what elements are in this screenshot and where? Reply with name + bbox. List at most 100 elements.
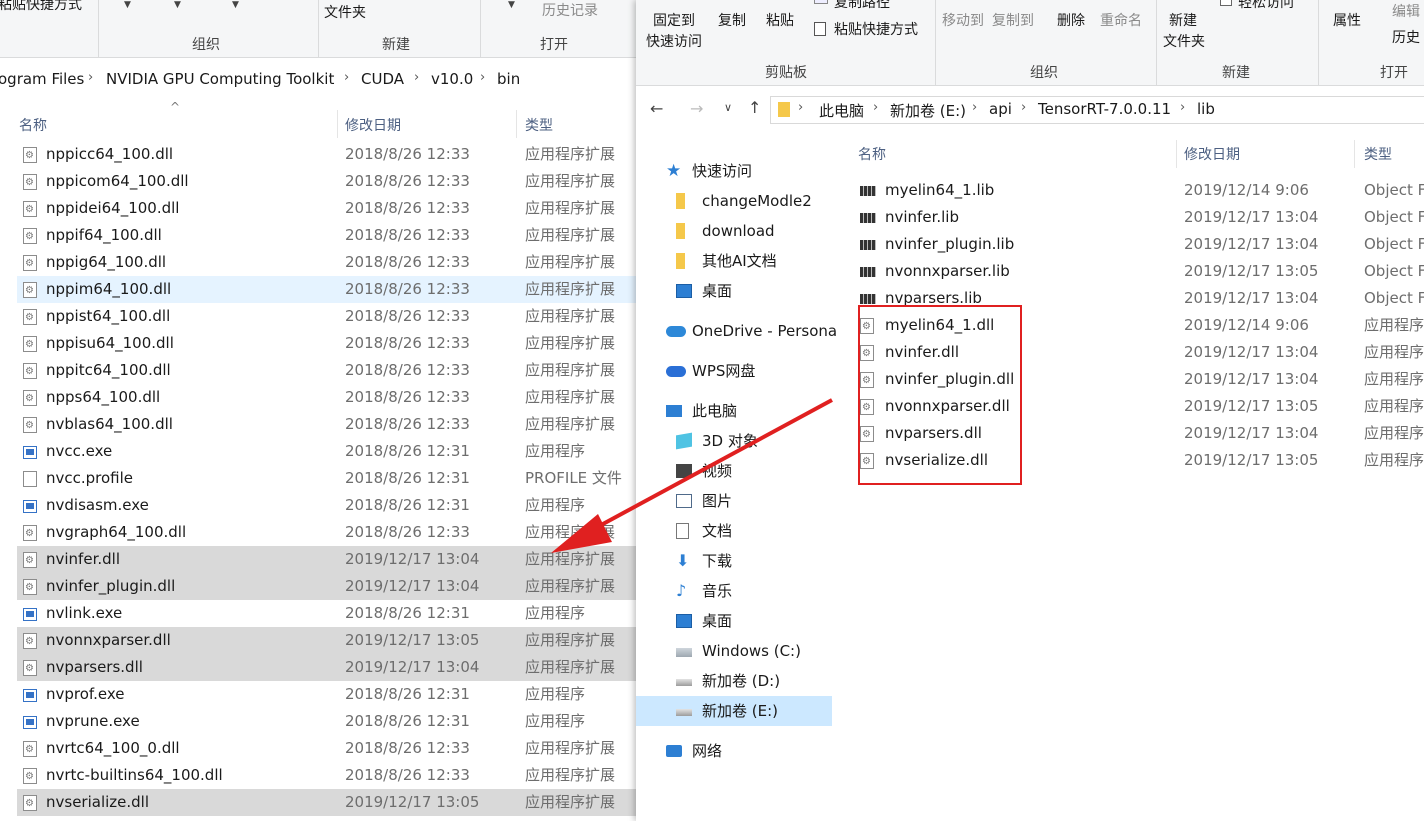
breadcrumb-item[interactable]: 此电脑 bbox=[819, 100, 864, 121]
nav-item[interactable]: 视频 bbox=[636, 456, 832, 486]
paste-shortcut-button[interactable]: 粘贴快捷方式 bbox=[0, 0, 82, 14]
chevron-right-icon[interactable]: › bbox=[798, 100, 803, 115]
breadcrumb-item[interactable]: NVIDIA GPU Computing Toolkit bbox=[106, 70, 334, 88]
table-row[interactable]: nppicc64_100.dll 2018/8/26 12:33 应用程序扩展 bbox=[17, 141, 636, 169]
history-button[interactable]: 历史 bbox=[1392, 29, 1420, 47]
breadcrumb-item[interactable]: api bbox=[989, 100, 1012, 118]
paste-shortcut-button[interactable]: 粘贴快捷方式 bbox=[834, 21, 918, 39]
table-row[interactable]: nppicom64_100.dll 2018/8/26 12:33 应用程序扩展 bbox=[17, 168, 636, 196]
rename-button[interactable]: 重命名 bbox=[1100, 12, 1142, 30]
table-row[interactable]: nvinfer_plugin.lib 2019/12/17 13:04 Object… bbox=[846, 231, 1424, 258]
chevron-right-icon[interactable]: › bbox=[344, 70, 349, 85]
table-row[interactable]: nvlink.exe 2018/8/26 12:31 应用程序 bbox=[17, 600, 636, 627]
table-row[interactable]: nppim64_100.dll 2018/8/26 12:33 应用程序扩展 bbox=[17, 276, 636, 304]
column-header-date[interactable]: 修改日期 bbox=[345, 115, 401, 135]
chevron-right-icon[interactable]: › bbox=[88, 70, 93, 85]
nav-item[interactable]: 文档 bbox=[636, 516, 832, 546]
breadcrumb-item[interactable]: CUDA bbox=[361, 70, 404, 88]
table-row[interactable]: nvcc.exe 2018/8/26 12:31 应用程序 bbox=[17, 438, 636, 465]
column-header-type[interactable]: 类型 bbox=[525, 115, 553, 135]
table-row[interactable]: nvinfer.lib 2019/12/17 13:04 Object F bbox=[846, 204, 1424, 231]
pin-quick-access-button[interactable]: 固定到 bbox=[653, 12, 695, 30]
column-divider[interactable] bbox=[337, 110, 338, 138]
nav-item[interactable]: 网络 bbox=[636, 736, 832, 766]
new-folder-button[interactable]: 文件夹 bbox=[324, 4, 366, 22]
table-row[interactable]: nvparsers.dll 2019/12/17 13:04 应用程序扩展 bbox=[17, 654, 636, 682]
properties-button[interactable]: 属性 bbox=[1333, 12, 1361, 30]
chevron-right-icon[interactable]: › bbox=[873, 100, 878, 115]
up-arrow-icon[interactable]: ↑ bbox=[748, 98, 761, 117]
chevron-down-icon[interactable]: ▼ bbox=[124, 0, 131, 10]
table-row[interactable]: nppig64_100.dll 2018/8/26 12:33 应用程序扩展 bbox=[17, 249, 636, 277]
chevron-down-icon[interactable]: ▼ bbox=[232, 0, 239, 10]
nav-item[interactable]: ⬇ 下载 bbox=[636, 546, 832, 576]
table-row[interactable]: nvblas64_100.dll 2018/8/26 12:33 应用程序扩展 bbox=[17, 411, 636, 439]
column-header-name[interactable]: 名称 bbox=[19, 115, 47, 135]
nav-item[interactable]: changeModle2 bbox=[636, 186, 832, 216]
column-divider[interactable] bbox=[1176, 140, 1177, 168]
table-row[interactable]: nvprof.exe 2018/8/26 12:31 应用程序 bbox=[17, 681, 636, 708]
nav-item[interactable]: ★ 快速访问 bbox=[636, 156, 832, 186]
new-folder-button-line2[interactable]: 文件夹 bbox=[1163, 33, 1205, 51]
breadcrumb-item[interactable]: TensorRT-7.0.0.11 bbox=[1038, 100, 1171, 118]
table-row[interactable]: myelin64_1.lib 2019/12/14 9:06 Object F bbox=[846, 177, 1424, 204]
recent-locations-chevron-icon[interactable]: ∨ bbox=[724, 101, 732, 114]
table-row[interactable]: nvrtc64_100_0.dll 2018/8/26 12:33 应用程序扩展 bbox=[17, 735, 636, 763]
column-divider[interactable] bbox=[516, 110, 517, 138]
column-header-date[interactable]: 修改日期 bbox=[1184, 144, 1240, 164]
nav-item[interactable]: 新加卷 (E:) bbox=[636, 696, 832, 726]
table-row[interactable]: nvrtc-builtins64_100.dll 2018/8/26 12:33 应… bbox=[17, 762, 636, 790]
table-row[interactable]: nvgraph64_100.dll 2018/8/26 12:33 应用程序扩展 bbox=[17, 519, 636, 547]
nav-item[interactable]: WPS网盘 bbox=[636, 356, 832, 386]
chevron-right-icon[interactable]: › bbox=[1180, 100, 1185, 115]
breadcrumb-item[interactable]: ogram Files bbox=[0, 70, 84, 88]
left-address-bar[interactable]: ogram Files › NVIDIA GPU Computing Toolk… bbox=[0, 62, 636, 98]
table-row[interactable]: nppidei64_100.dll 2018/8/26 12:33 应用程序扩展 bbox=[17, 195, 636, 223]
nav-item[interactable]: 新加卷 (D:) bbox=[636, 666, 832, 696]
nav-item[interactable]: 图片 bbox=[636, 486, 832, 516]
table-row[interactable]: nvonnxparser.dll 2019/12/17 13:05 应用程序扩展 bbox=[17, 627, 636, 655]
nav-item[interactable]: 3D 对象 bbox=[636, 426, 832, 456]
table-row[interactable]: nppisu64_100.dll 2018/8/26 12:33 应用程序扩展 bbox=[17, 330, 636, 358]
column-header-name[interactable]: 名称 bbox=[858, 144, 886, 164]
table-row[interactable]: nvdisasm.exe 2018/8/26 12:31 应用程序 bbox=[17, 492, 636, 519]
table-row[interactable]: nppitc64_100.dll 2018/8/26 12:33 应用程序扩展 bbox=[17, 357, 636, 385]
paste-button[interactable]: 粘贴 bbox=[766, 12, 794, 30]
nav-item[interactable]: Windows (C:) bbox=[636, 636, 832, 666]
table-row[interactable]: nvonnxparser.lib 2019/12/17 13:05 Object F bbox=[846, 258, 1424, 285]
breadcrumb-item[interactable]: 新加卷 (E:) bbox=[890, 100, 966, 121]
table-row[interactable]: nppist64_100.dll 2018/8/26 12:33 应用程序扩展 bbox=[17, 303, 636, 331]
copy-path-button[interactable]: 复制路径 bbox=[834, 0, 890, 12]
table-row[interactable]: nppif64_100.dll 2018/8/26 12:33 应用程序扩展 bbox=[17, 222, 636, 250]
nav-item[interactable]: 桌面 bbox=[636, 276, 832, 306]
column-header-type[interactable]: 类型 bbox=[1364, 144, 1392, 164]
table-row[interactable]: nvinfer.dll 2019/12/17 13:04 应用程序扩展 bbox=[17, 546, 636, 574]
chevron-down-icon[interactable]: ▼ bbox=[174, 0, 181, 10]
pin-quick-access-button-line2[interactable]: 快速访问 bbox=[646, 33, 702, 51]
column-divider[interactable] bbox=[1354, 140, 1355, 168]
chevron-right-icon[interactable]: › bbox=[414, 70, 419, 85]
copy-button[interactable]: 复制 bbox=[718, 12, 746, 30]
edit-button[interactable]: 编辑 bbox=[1392, 3, 1420, 21]
chevron-right-icon[interactable]: › bbox=[972, 100, 977, 115]
move-to-button[interactable]: 移动到 bbox=[942, 12, 984, 30]
table-row[interactable]: nvinfer_plugin.dll 2019/12/17 13:04 应用程序扩展 bbox=[17, 573, 636, 601]
chevron-right-icon[interactable]: › bbox=[1021, 100, 1026, 115]
history-button[interactable]: 历史记录 bbox=[542, 2, 598, 20]
nav-item[interactable]: download bbox=[636, 216, 832, 246]
breadcrumb-item[interactable]: bin bbox=[497, 70, 520, 88]
new-folder-button[interactable]: 新建 bbox=[1169, 12, 1197, 30]
easy-access-button[interactable]: 轻松访问 bbox=[1238, 0, 1294, 12]
table-row[interactable]: nvprune.exe 2018/8/26 12:31 应用程序 bbox=[17, 708, 636, 735]
breadcrumb-item[interactable]: v10.0 bbox=[431, 70, 473, 88]
delete-button[interactable]: 删除 bbox=[1057, 12, 1085, 30]
breadcrumb-item[interactable]: lib bbox=[1197, 100, 1215, 118]
chevron-down-icon[interactable]: ▼ bbox=[508, 0, 515, 10]
table-row[interactable]: nvcc.profile 2018/8/26 12:31 PROFILE 文件 bbox=[17, 465, 636, 492]
copy-to-button[interactable]: 复制到 bbox=[992, 12, 1034, 30]
nav-item[interactable]: OneDrive - Persona bbox=[636, 316, 837, 346]
back-arrow-icon[interactable]: ← bbox=[650, 99, 663, 118]
table-row[interactable]: npps64_100.dll 2018/8/26 12:33 应用程序扩展 bbox=[17, 384, 636, 412]
nav-item[interactable]: 其他AI文档 bbox=[636, 246, 832, 276]
nav-item[interactable]: ♪ 音乐 bbox=[636, 576, 832, 606]
